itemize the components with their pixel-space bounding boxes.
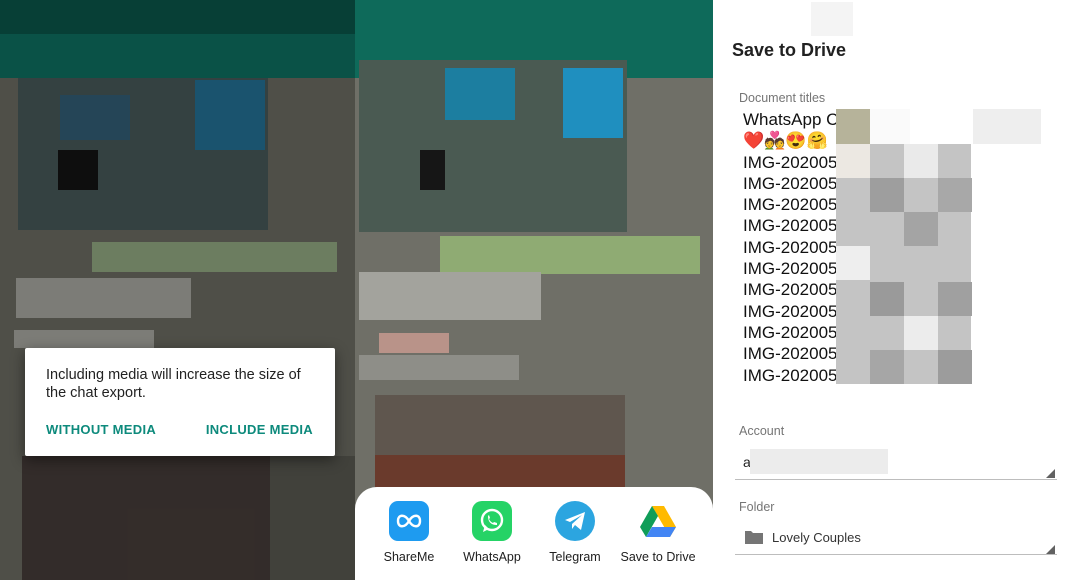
document-title[interactable]: IMG-202005 <box>743 343 843 364</box>
document-title[interactable]: IMG-202005 <box>743 237 843 258</box>
redaction-mosaic <box>750 449 888 474</box>
share-target-shareme[interactable]: ShareMe <box>369 501 449 564</box>
blurred-region <box>375 455 625 487</box>
document-title[interactable]: IMG-202005 <box>743 215 843 236</box>
document-title[interactable]: IMG-202005 <box>743 194 843 215</box>
redaction-mosaic <box>904 144 938 178</box>
account-dropdown[interactable]: a <box>735 448 1057 480</box>
whatsapp-icon <box>472 501 512 541</box>
redaction-mosaic <box>973 109 1041 144</box>
blurred-region <box>563 68 623 138</box>
app-label: ShareMe <box>383 550 435 564</box>
share-target-save-to-drive[interactable]: Save to Drive <box>618 501 698 564</box>
blurred-region <box>811 2 853 36</box>
document-title[interactable]: IMG-202005 <box>743 152 843 173</box>
document-title[interactable]: IMG-202005 <box>743 279 843 300</box>
chat-header <box>0 34 355 78</box>
redaction-mosaic <box>938 282 972 316</box>
blurred-received-message <box>359 355 519 380</box>
document-title[interactable]: WhatsApp C <box>743 109 843 130</box>
document-title[interactable]: ❤️💑😍🤗 <box>743 130 843 151</box>
include-media-button[interactable]: INCLUDE MEDIA <box>206 422 313 437</box>
document-title[interactable]: IMG-202005 <box>743 365 843 386</box>
app-label: WhatsApp <box>463 550 521 564</box>
export-media-dialog: Including media will increase the size o… <box>25 348 335 456</box>
redaction-mosaic <box>870 109 910 144</box>
blurred-region <box>379 333 449 353</box>
dropdown-arrow-icon <box>1046 545 1055 554</box>
app-label: Telegram <box>549 550 601 564</box>
blurred-region <box>445 68 515 120</box>
redaction-mosaic <box>870 178 904 212</box>
document-title[interactable]: IMG-202005 <box>743 322 843 343</box>
telegram-icon <box>555 501 595 541</box>
save-to-drive-panel: Save to Drive Document titles WhatsApp C… <box>713 0 1068 580</box>
document-title[interactable]: IMG-202005 <box>743 301 843 322</box>
redaction-mosaic <box>938 178 972 212</box>
dialog-message: Including media will increase the size o… <box>46 367 301 401</box>
account-label: Account <box>739 424 785 438</box>
dialog-scrim <box>0 78 355 580</box>
redaction-mosaic <box>904 212 938 246</box>
shareme-icon <box>389 501 429 541</box>
google-drive-icon <box>638 501 678 541</box>
redaction-mosaic <box>836 109 870 144</box>
folder-underline <box>735 554 1057 555</box>
blurred-received-message <box>359 272 541 320</box>
redaction-mosaic <box>904 316 938 350</box>
dropdown-arrow-icon <box>1046 469 1055 478</box>
folder-value: Lovely Couples <box>772 530 861 545</box>
document-title[interactable]: IMG-202005 <box>743 258 843 279</box>
status-bar <box>0 0 355 34</box>
app-label: Save to Drive <box>620 550 696 564</box>
folder-dropdown[interactable]: Lovely Couples <box>735 524 1057 554</box>
blurred-sent-message <box>440 236 700 274</box>
share-panel: ShareMe WhatsApp Telegram Save to Drive <box>355 0 713 580</box>
redaction-mosaic <box>870 282 904 316</box>
share-target-whatsapp[interactable]: WhatsApp <box>452 501 532 564</box>
document-titles-list[interactable]: WhatsApp C ❤️💑😍🤗 IMG-202005 IMG-202005 I… <box>743 109 843 386</box>
redaction-mosaic <box>836 246 870 280</box>
share-target-telegram[interactable]: Telegram <box>535 501 615 564</box>
redaction-mosaic <box>938 350 972 384</box>
page-title: Save to Drive <box>732 40 847 60</box>
folder-icon <box>744 529 764 550</box>
without-media-button[interactable]: WITHOUT MEDIA <box>46 422 156 437</box>
folder-label: Folder <box>739 500 775 514</box>
share-sheet: ShareMe WhatsApp Telegram Save to Drive <box>355 487 713 580</box>
account-underline <box>735 479 1057 480</box>
blurred-region <box>420 150 445 190</box>
redaction-mosaic <box>836 144 870 178</box>
document-titles-label: Document titles <box>739 91 826 105</box>
document-title[interactable]: IMG-202005 <box>743 173 843 194</box>
redaction-mosaic <box>870 350 904 384</box>
chat-panel: Including media will increase the size o… <box>0 0 355 580</box>
